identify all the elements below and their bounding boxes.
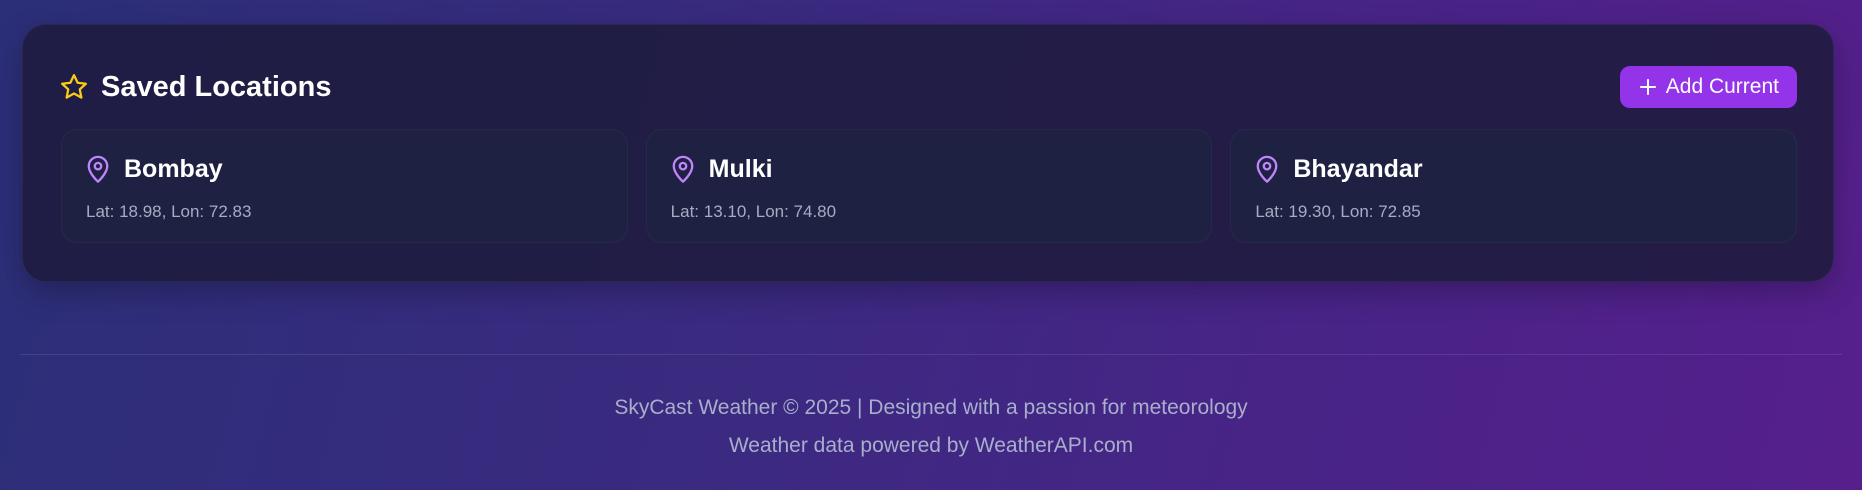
location-name: Bhayandar [1293, 154, 1423, 183]
location-name: Bombay [124, 154, 223, 183]
saved-locations-panel: Saved Locations Add Current Bombay Lat: … [22, 24, 1834, 282]
add-current-button[interactable]: Add Current [1619, 66, 1797, 108]
card-header: Bombay [84, 154, 223, 184]
location-coords: Lat: 19.30, Lon: 72.85 [1255, 202, 1421, 221]
card-header: Bhayandar [1253, 154, 1423, 184]
panel-title: Saved Locations [101, 70, 332, 103]
location-card-bhayandar[interactable]: Bhayandar Lat: 19.30, Lon: 72.85 [1230, 129, 1798, 243]
title-wrap: Saved Locations [59, 71, 331, 104]
footer-copyright: SkyCast Weather © 2025 | Designed with a… [614, 396, 1248, 419]
add-current-label: Add Current [1665, 75, 1779, 98]
footer-attribution: Weather data powered by WeatherAPI.com [728, 434, 1134, 457]
location-card-bombay[interactable]: Bombay Lat: 18.98, Lon: 72.83 [61, 129, 628, 243]
location-coords: Lat: 13.10, Lon: 74.80 [670, 202, 837, 221]
map-pin-icon [1253, 154, 1281, 184]
map-pin-icon [669, 154, 697, 184]
location-name: Mulki [708, 154, 773, 183]
card-header: Mulki [669, 154, 773, 184]
location-coords: Lat: 18.98, Lon: 72.83 [86, 202, 252, 221]
panel-header: Saved Locations Add Current [59, 65, 1797, 109]
location-cards: Bombay Lat: 18.98, Lon: 72.83 Mulki Lat:… [61, 129, 1798, 243]
plus-icon [1638, 77, 1658, 97]
location-card-mulki[interactable]: Mulki Lat: 13.10, Lon: 74.80 [645, 129, 1213, 243]
map-pin-icon [84, 154, 112, 184]
footer-divider [20, 354, 1842, 355]
star-icon [59, 72, 89, 102]
